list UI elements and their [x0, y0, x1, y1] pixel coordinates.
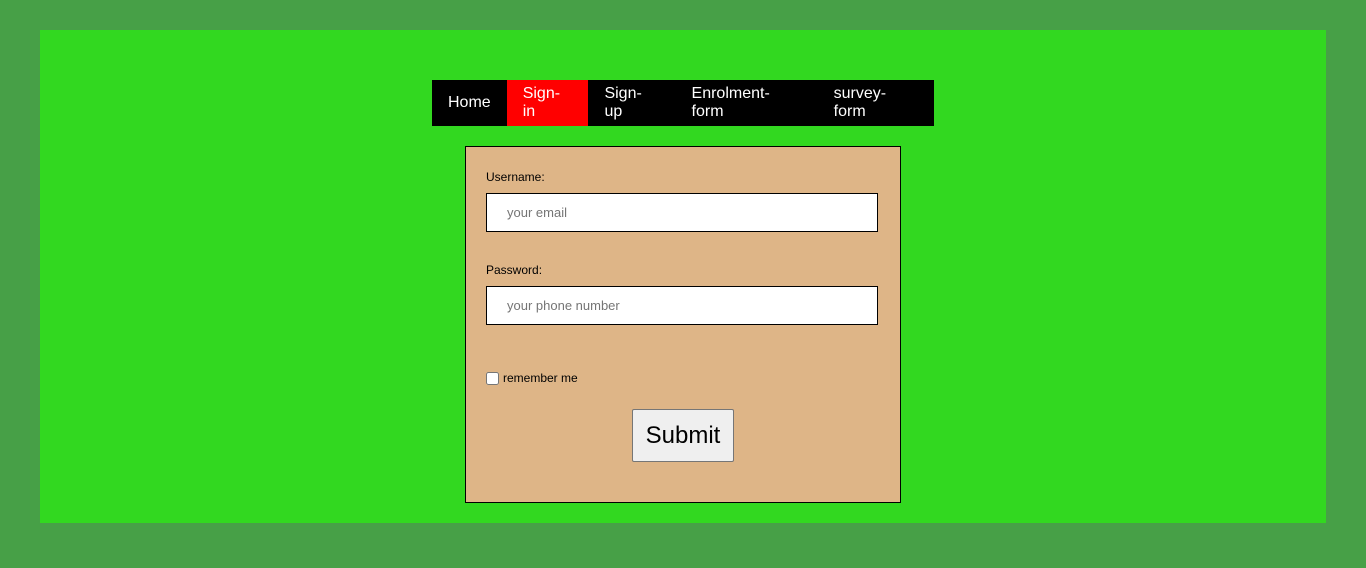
- password-label: Password:: [486, 263, 543, 277]
- sign-in-form: Username: Password: remember me Submit: [465, 146, 901, 503]
- navigation-bar: Home Sign-in Sign-up Enrolment-form surv…: [432, 80, 934, 126]
- submit-button[interactable]: Submit: [632, 409, 734, 462]
- remember-me-checkbox[interactable]: [486, 371, 499, 385]
- remember-me-label: remember me: [503, 371, 578, 385]
- nav-item-sign-in[interactable]: Sign-in: [506, 80, 589, 126]
- nav-item-enrolment-form[interactable]: Enrolment-form: [676, 80, 818, 126]
- nav-item-sign-up[interactable]: Sign-up: [588, 80, 675, 126]
- nav-item-home[interactable]: Home: [432, 80, 507, 126]
- main-panel: Home Sign-in Sign-up Enrolment-form surv…: [40, 30, 1326, 523]
- username-label: Username:: [486, 170, 545, 184]
- password-input[interactable]: [486, 286, 878, 325]
- nav-item-survey-form[interactable]: survey-form: [818, 80, 934, 126]
- remember-me-row: remember me: [486, 371, 578, 385]
- username-input[interactable]: [486, 193, 878, 232]
